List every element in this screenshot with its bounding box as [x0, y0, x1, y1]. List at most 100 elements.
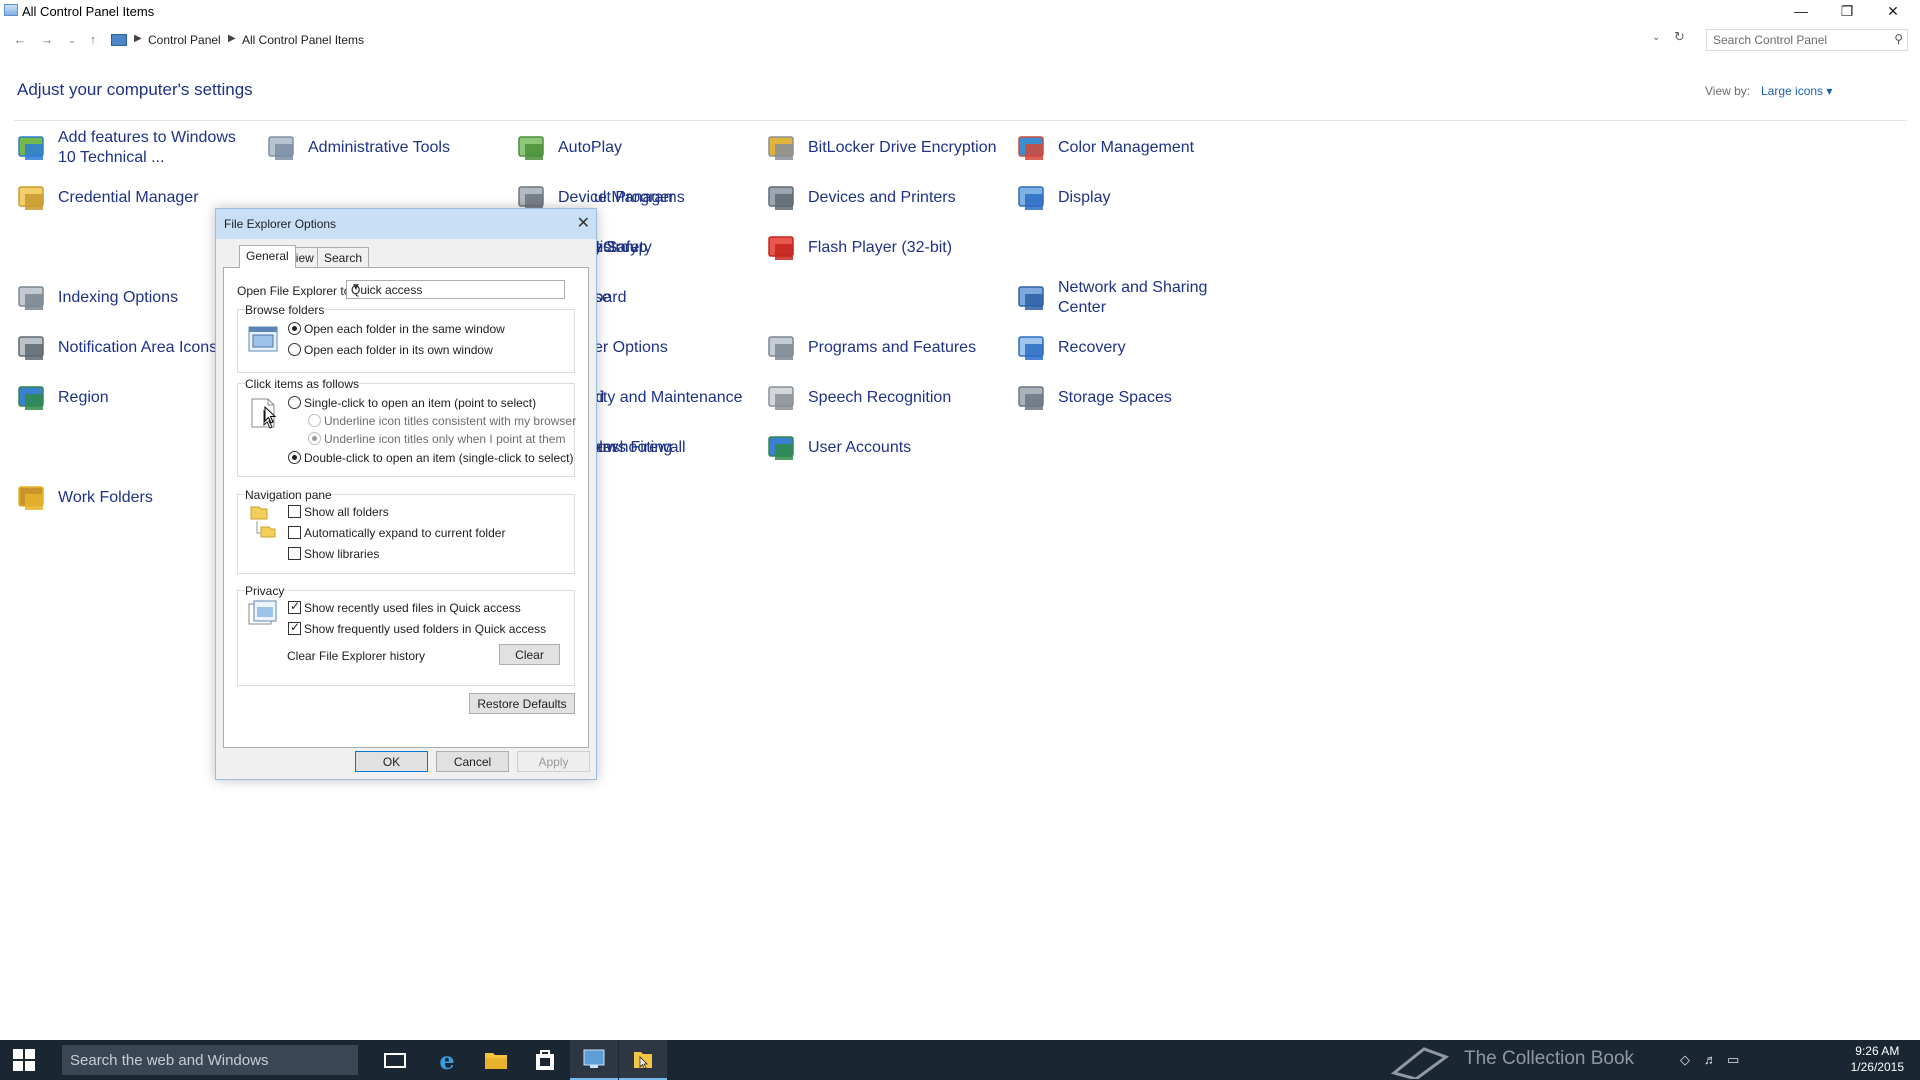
cp-item-bitlocker[interactable]: BitLocker Drive Encryption — [763, 125, 1008, 171]
same-window-radio[interactable] — [288, 322, 301, 335]
watermark-book-icon — [1390, 1047, 1450, 1079]
single-click-label[interactable]: Single-click to open an item (point to s… — [304, 396, 536, 410]
clear-button[interactable]: Clear — [499, 644, 560, 665]
show-libraries-label[interactable]: Show libraries — [304, 547, 379, 561]
frequent-folders-label[interactable]: Show frequently used folders in Quick ac… — [304, 622, 546, 636]
speech-recognition-icon — [768, 386, 794, 410]
privacy-title: Privacy — [245, 584, 285, 598]
cp-item-programs-features[interactable]: Programs and Features — [763, 325, 1008, 371]
add-features-icon — [18, 136, 44, 160]
chevron-down-icon[interactable]: ⌄ — [1652, 32, 1660, 43]
close-button[interactable]: ✕ — [1870, 0, 1916, 22]
search-input[interactable] — [1713, 32, 1883, 48]
tab-search[interactable]: Search — [317, 247, 370, 267]
file-explorer-button[interactable] — [472, 1040, 520, 1080]
dialog-title: File Explorer Options — [224, 217, 337, 231]
cp-item-devices-printers[interactable]: Devices and Printers — [763, 175, 1008, 221]
internet-explorer-button[interactable]: e — [423, 1040, 471, 1080]
cp-item-partial-14[interactable]: eGroup — [590, 225, 835, 271]
underline-browser-radio[interactable] — [308, 414, 321, 427]
cp-item-network-sharing[interactable]: Network and Sharing Center — [1013, 275, 1258, 321]
own-window-label[interactable]: Open each folder in its own window — [304, 343, 493, 357]
cp-item-label: se — [594, 289, 611, 306]
close-icon[interactable]: ✕ — [577, 213, 590, 233]
recent-locations-icon[interactable]: ⌄ — [63, 35, 81, 46]
taskbar-search-placeholder: Search the web and Windows — [70, 1052, 269, 1069]
single-click-radio[interactable] — [288, 396, 301, 409]
underline-browser-label[interactable]: Underline icon titles consistent with my… — [324, 414, 576, 428]
search-icon[interactable]: ⚲ — [1894, 32, 1903, 46]
double-click-radio[interactable] — [288, 451, 301, 464]
refresh-icon[interactable]: ↻ — [1674, 29, 1685, 45]
task-view-button[interactable] — [371, 1040, 419, 1080]
chevron-right-icon[interactable]: ▶ — [134, 33, 142, 44]
clear-history-label: Clear File Explorer history — [287, 649, 426, 663]
cp-item-label: eGroup — [594, 239, 648, 256]
breadcrumb-all-items[interactable]: All Control Panel Items — [242, 33, 364, 47]
apply-button[interactable]: Apply — [517, 751, 590, 772]
cp-item-recovery[interactable]: Recovery — [1013, 325, 1258, 371]
cp-item-label: AutoPlay — [558, 139, 623, 156]
action-center-icon[interactable]: ▭ — [1727, 1052, 1739, 1068]
control-panel-icon — [111, 34, 127, 46]
cp-item-label: Speech Recognition — [808, 389, 952, 406]
show-all-folders-label[interactable]: Show all folders — [304, 505, 389, 519]
search-box[interactable]: ⚲ — [1706, 29, 1908, 51]
network-icon[interactable]: ◇ — [1680, 1052, 1690, 1068]
cp-item-partial-34[interactable]: lows Firewall — [590, 425, 835, 471]
recent-files-label[interactable]: Show recently used files in Quick access — [304, 601, 521, 615]
page-title: Adjust your computer's settings — [17, 80, 253, 99]
store-button[interactable] — [521, 1040, 569, 1080]
file-explorer-options-taskbar-button[interactable] — [619, 1040, 667, 1080]
auto-expand-checkbox[interactable] — [288, 526, 301, 539]
same-window-label[interactable]: Open each folder in the same window — [304, 322, 505, 336]
ok-button[interactable]: OK — [355, 751, 428, 772]
cp-item-admin-tools[interactable]: Administrative Tools — [263, 125, 508, 171]
folder-tree-icon — [250, 506, 276, 538]
start-button[interactable] — [0, 1040, 48, 1080]
view-by-label: View by: — [1705, 84, 1751, 98]
cp-item-speech-recognition[interactable]: Speech Recognition — [763, 375, 1008, 421]
frequent-folders-checkbox[interactable] — [288, 620, 301, 635]
show-all-folders-checkbox[interactable] — [288, 505, 301, 518]
volume-icon[interactable]: ♬ — [1704, 1052, 1717, 1067]
show-libraries-checkbox[interactable] — [288, 547, 301, 560]
auto-expand-label[interactable]: Automatically expand to current folder — [304, 526, 505, 540]
own-window-radio[interactable] — [288, 343, 301, 356]
underline-point-label[interactable]: Underline icon titles only when I point … — [324, 432, 565, 446]
open-to-dropdown[interactable]: Quick access ▼ — [346, 280, 565, 299]
cancel-button[interactable]: Cancel — [436, 751, 509, 772]
underline-point-radio[interactable] — [308, 432, 321, 445]
chevron-right-icon[interactable]: ▶ — [228, 33, 236, 44]
file-explorer-options-dialog: File Explorer Options ✕ General View Sea… — [215, 208, 597, 780]
windows-logo-icon — [13, 1049, 35, 1071]
minimize-button[interactable]: — — [1778, 0, 1824, 22]
cp-item-storage-spaces[interactable]: Storage Spaces — [1013, 375, 1258, 421]
tab-general[interactable]: General — [239, 245, 296, 268]
notification-area-icon — [18, 336, 44, 360]
programs-features-icon — [768, 336, 794, 360]
cp-item-autoplay[interactable]: AutoPlay — [513, 125, 758, 171]
watermark-text: The Collection Book — [1464, 1048, 1635, 1069]
restore-defaults-button[interactable]: Restore Defaults — [469, 693, 575, 714]
up-icon[interactable]: ↑ — [84, 32, 102, 47]
recent-files-checkbox[interactable] — [288, 599, 301, 614]
cp-item-display[interactable]: Display — [1013, 175, 1258, 221]
address-bar: ← → ⌄ ↑ ▶ Control Panel ▶ All Control Pa… — [0, 28, 1920, 54]
back-icon[interactable]: ← — [11, 32, 29, 47]
clock[interactable]: 9:26 AM 1/26/2015 — [1851, 1043, 1904, 1075]
breadcrumb-control-panel[interactable]: Control Panel — [148, 33, 221, 47]
restore-button[interactable]: ❐ — [1824, 0, 1870, 22]
taskbar-search-box[interactable]: Search the web and Windows — [62, 1045, 358, 1075]
cp-item-label: Recovery — [1058, 339, 1126, 356]
view-by-dropdown[interactable]: Large icons ▾ — [1761, 84, 1832, 98]
cp-item-partial-18[interactable]: se — [590, 275, 835, 321]
network-sharing-icon — [1018, 286, 1044, 310]
cp-item-add-features[interactable]: Add features to Windows 10 Technical ... — [13, 125, 258, 171]
cp-item-color-management[interactable]: Color Management — [1013, 125, 1258, 171]
control-panel-taskbar-button[interactable] — [570, 1040, 618, 1080]
double-click-label[interactable]: Double-click to open an item (single-cli… — [304, 451, 573, 465]
autoplay-icon — [518, 136, 544, 160]
breadcrumb[interactable]: ▶ Control Panel ▶ All Control Panel Item… — [110, 30, 1670, 52]
forward-icon[interactable]: → — [38, 32, 56, 47]
